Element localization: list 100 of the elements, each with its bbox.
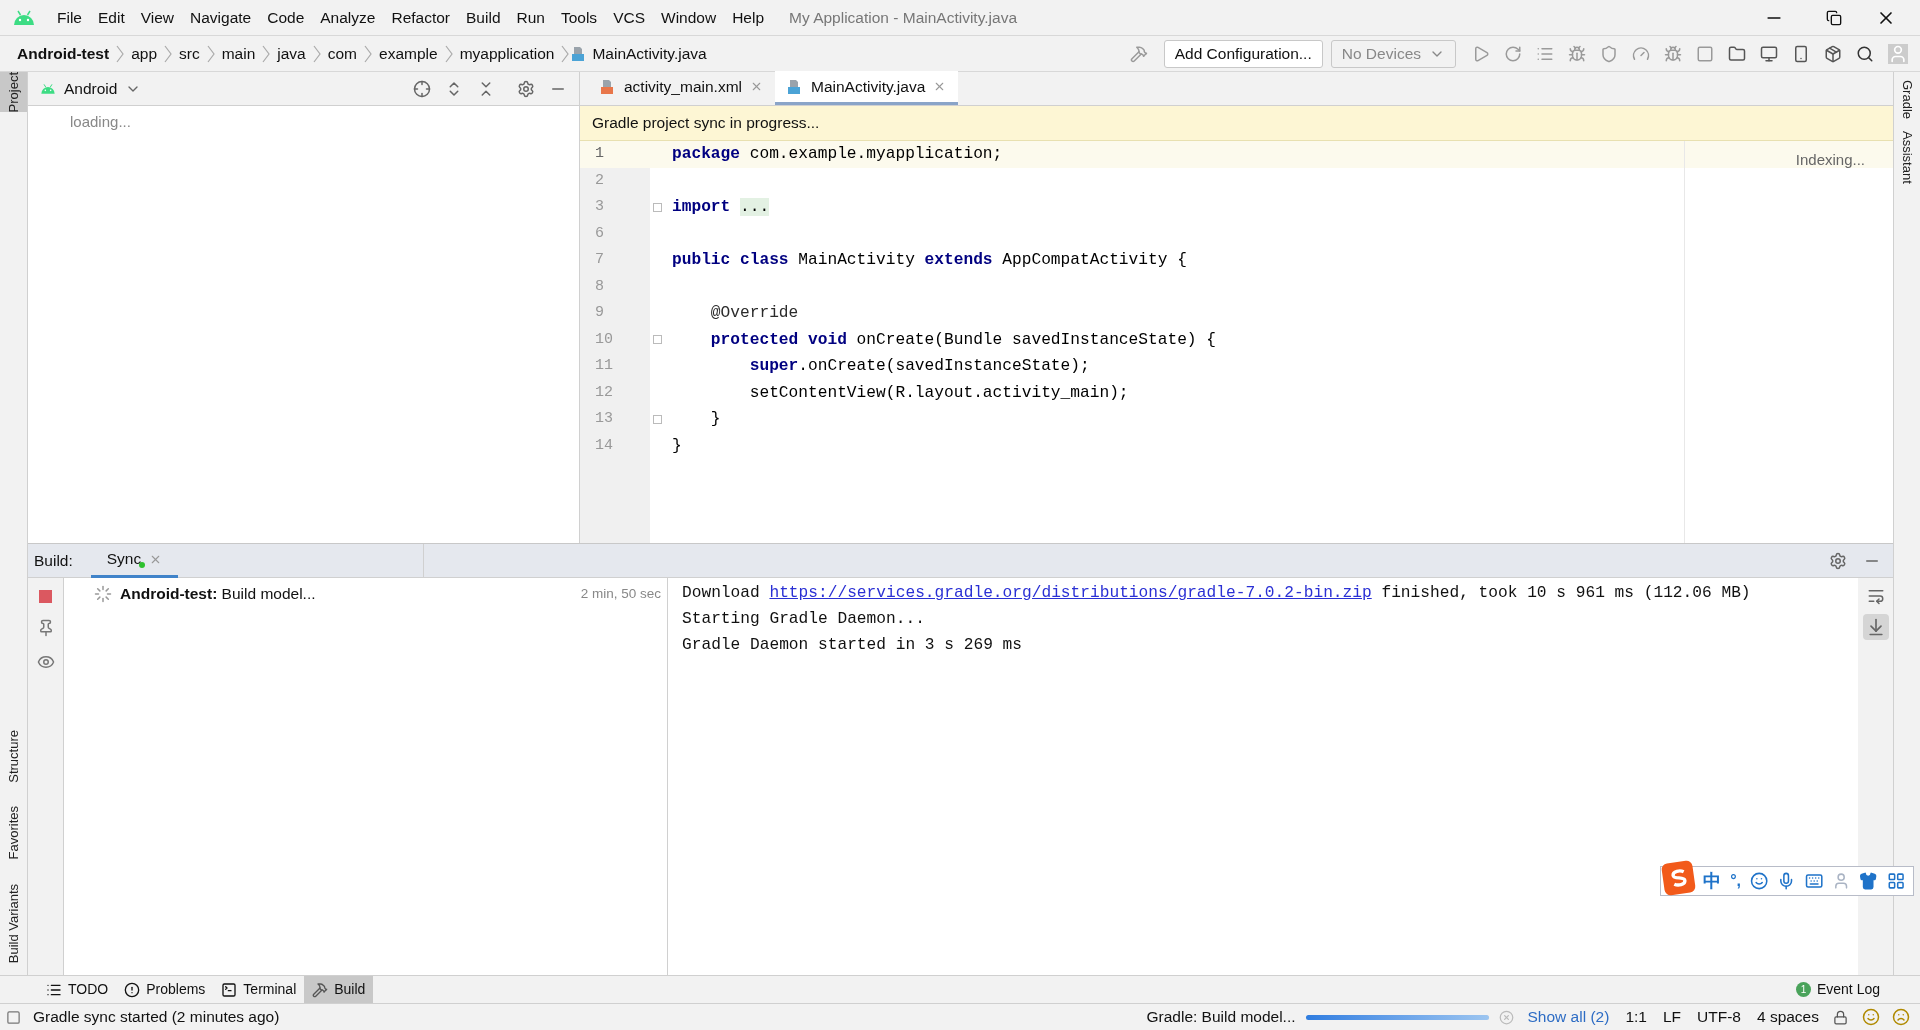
smile-icon[interactable] (1862, 1008, 1880, 1026)
punctuation-mode[interactable]: °, (1730, 869, 1741, 893)
menu-item[interactable]: File (50, 5, 89, 30)
fold-marker[interactable] (652, 335, 662, 345)
menu-item[interactable]: Analyze (313, 5, 383, 30)
android-icon (12, 9, 36, 26)
menu-item[interactable]: Build (459, 5, 508, 30)
line-number: 13 (594, 409, 614, 429)
view-dropdown[interactable]: Android (64, 76, 142, 101)
monitor-icon[interactable] (1760, 44, 1778, 63)
menu-item[interactable]: Code (260, 5, 312, 30)
add-configuration-button[interactable]: Add Configuration... (1163, 39, 1323, 68)
tab-label: activity_main.xml (624, 76, 742, 97)
line-separator[interactable]: LF (1662, 1005, 1682, 1029)
tool-tab[interactable]: Terminal (213, 975, 305, 1004)
chevron-icon (364, 44, 373, 63)
input-mode[interactable]: 中 (1703, 867, 1722, 895)
panel-toggle-icon[interactable] (6, 1009, 21, 1025)
menu-item[interactable]: VCS (606, 5, 652, 30)
menu-item[interactable]: Refactor (384, 5, 458, 30)
code-line: } (709, 409, 721, 431)
keyboard-icon[interactable] (1804, 871, 1823, 891)
eye-icon[interactable] (36, 653, 55, 671)
gauge-icon[interactable] (1632, 44, 1650, 63)
shirt-icon[interactable] (1859, 871, 1878, 891)
settings-icon[interactable] (517, 79, 535, 98)
code-line: import ... (671, 197, 770, 219)
caret-position[interactable]: 1:1 (1625, 1005, 1647, 1029)
code-line: public class MainActivity extends AppCompatActivity { (671, 250, 1187, 272)
grid-icon[interactable] (1886, 871, 1905, 891)
menu-item[interactable]: Navigate (183, 5, 259, 30)
shield-icon[interactable] (1600, 44, 1618, 63)
event-count-badge: 1 (1795, 982, 1811, 997)
stop-icon[interactable] (1696, 44, 1714, 63)
chevron-icon (561, 44, 570, 63)
spinner-icon (94, 585, 112, 603)
debug-icon[interactable] (1568, 44, 1586, 63)
tool-window-tab[interactable]: Build Variants (0, 883, 32, 963)
background-task[interactable]: Gradle: Build model... (1146, 1005, 1296, 1029)
breadcrumb[interactable]: com (322, 41, 363, 66)
hammer-icon[interactable] (1129, 44, 1148, 63)
search-icon[interactable] (1856, 44, 1874, 63)
tool-tab[interactable]: TODO (38, 975, 117, 1004)
tool-tab[interactable]: Problems (116, 975, 214, 1004)
tool-tab[interactable]: Build (304, 975, 374, 1004)
breadcrumb[interactable]: java (272, 41, 311, 66)
chevron-icon (262, 44, 271, 63)
editor-tab[interactable]: MainActivity.java (775, 71, 959, 105)
fold-marker[interactable] (652, 202, 662, 212)
chevron-icon (312, 44, 321, 63)
emoji-icon[interactable] (1750, 871, 1769, 891)
folder-icon[interactable] (1728, 44, 1746, 63)
menu-item[interactable]: View (133, 5, 182, 30)
frown-icon[interactable] (1892, 1008, 1910, 1026)
cancel-icon[interactable] (1498, 1009, 1514, 1025)
breadcrumb[interactable]: MainActivity.java (587, 41, 712, 66)
line-number: 10 (594, 329, 614, 350)
indent-setting[interactable]: 4 spaces (1756, 1005, 1819, 1029)
indexing-status: Indexing... (1795, 150, 1865, 170)
settings-icon[interactable] (1829, 551, 1847, 570)
breadcrumb[interactable]: src (174, 41, 205, 66)
build-task: Android-test: Build model... (120, 584, 316, 605)
lock-icon[interactable] (1833, 1009, 1848, 1025)
run-icon[interactable] (1472, 44, 1490, 63)
breadcrumb[interactable]: example (374, 41, 443, 66)
breadcrumb[interactable]: main (216, 41, 261, 66)
encoding[interactable]: UTF-8 (1697, 1005, 1741, 1029)
terminal-icon (221, 981, 238, 998)
tool-window-tab[interactable]: Structure (0, 729, 32, 783)
tool-window-tab[interactable]: Favorites (0, 806, 32, 860)
package-icon[interactable] (1824, 44, 1842, 63)
android-icon (40, 82, 56, 95)
line-number: 8 (594, 276, 605, 297)
editor-tab[interactable]: activity_main.xml (588, 71, 775, 105)
fold-marker[interactable] (652, 414, 662, 424)
log-line: Download https://services.gradle.org/distributions/gradle-7.0.2-bin.zip finished, took 10 s 961 ms (112.06 MB) (682, 580, 1858, 606)
event-log-tab[interactable]: 1 Event Log (1795, 979, 1920, 1000)
code-line: @Override (709, 303, 799, 325)
menu-item[interactable]: Tools (553, 5, 605, 30)
phone-icon[interactable] (1792, 44, 1810, 63)
breadcrumb[interactable]: app (126, 41, 162, 66)
locate-icon[interactable] (413, 79, 431, 98)
build-tree-row[interactable]: Android-test: Build model... 2 min, 50 sec (64, 582, 667, 606)
line-number: 3 (594, 197, 605, 217)
menu-item[interactable]: Window (654, 5, 724, 30)
bug-icon[interactable] (1664, 44, 1682, 63)
loading-text: loading... (69, 112, 132, 132)
restore-icon[interactable] (1826, 9, 1842, 26)
rerun-icon[interactable] (1504, 44, 1522, 63)
menu-item[interactable]: Run (509, 5, 552, 30)
line-number: 9 (594, 303, 605, 323)
status-message: Gradle sync started (2 minutes ago) (33, 1007, 280, 1028)
download-link[interactable]: https://services.gradle.org/distributions/gradle-7.0.2-bin.zip (769, 580, 1372, 606)
menu-item[interactable]: Help (725, 5, 772, 30)
scroll-end-icon[interactable] (1862, 614, 1889, 640)
menu-item[interactable]: Edit (91, 5, 132, 30)
show-all-link[interactable]: Show all (2) (1527, 1005, 1610, 1029)
breadcrumb[interactable]: myapplication (454, 41, 560, 66)
breadcrumb[interactable]: Android-test (12, 41, 115, 66)
tool-window-tab[interactable]: Project (0, 72, 32, 113)
